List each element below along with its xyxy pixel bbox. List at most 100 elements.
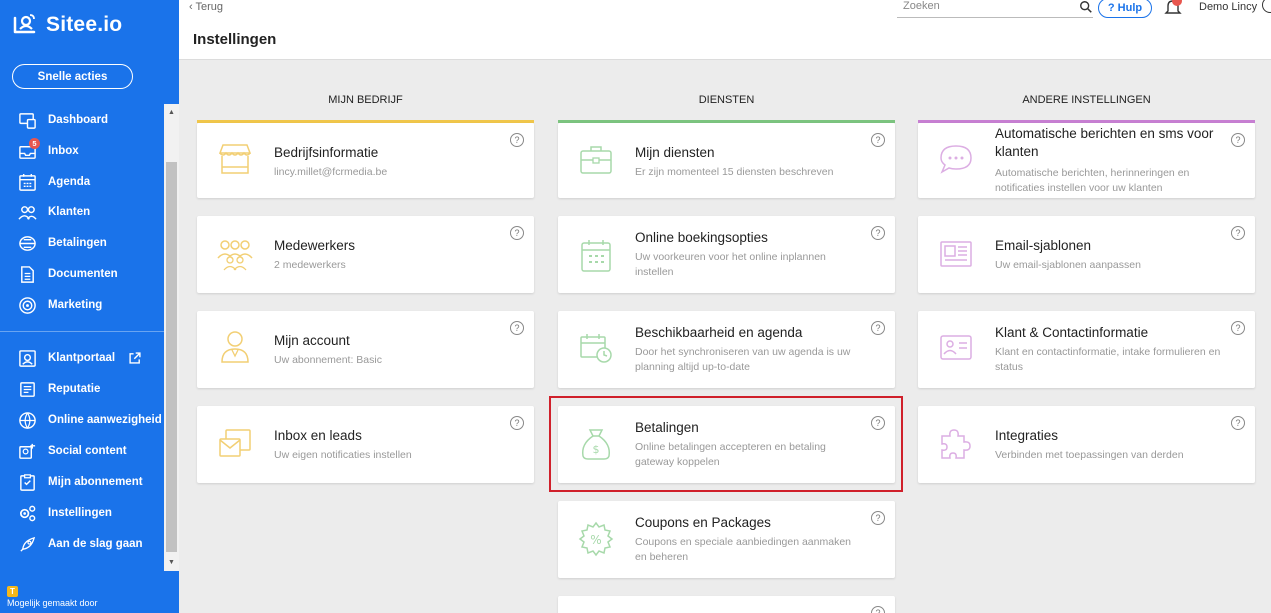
svg-text:%: %: [590, 533, 601, 547]
column-header-mijn-bedrijf: MIJN BEDRIJF: [328, 94, 403, 106]
help-icon[interactable]: ?: [1231, 321, 1245, 335]
made-by: T Mogelijk gemaakt door: [7, 586, 98, 608]
card-email-sjablonen[interactable]: Email-sjablonen Uw email-sjablonen aanpa…: [918, 216, 1255, 293]
help-button[interactable]: ? Hulp: [1098, 0, 1152, 18]
card-inbox-en-leads[interactable]: Inbox en leads Uw eigen notificaties ins…: [197, 406, 534, 483]
sidebar-item-social-content[interactable]: Social content: [0, 437, 164, 465]
quick-actions-button[interactable]: Snelle acties: [12, 64, 133, 89]
made-by-text: Mogelijk gemaakt door: [7, 598, 98, 608]
card-beschikbaarheid-en-agenda[interactable]: Beschikbaarheid en agenda Door het synch…: [558, 311, 895, 388]
avatar[interactable]: [1262, 0, 1271, 13]
subscription-icon: [18, 473, 37, 492]
social-icon: [18, 442, 37, 461]
card-subtitle: lincy.millet@fcrmedia.be: [274, 166, 388, 178]
card-subtitle: 2 medewerkers: [274, 259, 346, 271]
help-icon[interactable]: ?: [1231, 226, 1245, 240]
card-online-boekingsopties[interactable]: Online boekingsopties Uw voorkeuren voor…: [558, 216, 895, 293]
card-mijn-diensten[interactable]: Mijn diensten Er zijn momenteel 15 diens…: [558, 123, 895, 198]
help-icon[interactable]: ?: [1231, 133, 1245, 147]
users-icon: [18, 203, 37, 222]
help-icon[interactable]: ?: [510, 226, 524, 240]
search-input[interactable]: Zoeken: [897, 0, 1093, 18]
card-title: Bedrijfsinformatie: [274, 145, 379, 160]
help-icon[interactable]: ?: [871, 133, 885, 147]
sidebar-item-reputatie[interactable]: Reputatie: [0, 375, 164, 403]
card-subtitle: Uw abonnement: Basic: [274, 354, 382, 366]
sidebar-item-klanten[interactable]: Klanten: [0, 198, 164, 226]
briefcase-icon: [578, 141, 614, 177]
sidebar-item-agenda[interactable]: Agenda: [0, 168, 164, 196]
sidebar-item-label: Betalingen: [48, 237, 107, 249]
card-title: Mijn account: [274, 333, 350, 348]
sidebar-item-label: Mijn abonnement: [48, 476, 143, 488]
card-klant-contactinformatie[interactable]: Klant & Contactinformatie Klant en conta…: [918, 311, 1255, 388]
search-icon[interactable]: [1079, 0, 1093, 14]
sidebar-scrollbar[interactable]: ▲ ▼: [164, 104, 179, 571]
card-subtitle: Automatische berichten, herinneringen en…: [995, 167, 1190, 194]
store-icon: [217, 141, 253, 177]
sidebar-item-label: Online aanwezigheid: [48, 414, 162, 426]
card-bedrijfsinformatie[interactable]: Bedrijfsinformatie lincy.millet@fcrmedia…: [197, 123, 534, 198]
card-mijn-account[interactable]: Mijn account Uw abonnement: Basic ?: [197, 311, 534, 388]
chat-icon: [938, 141, 974, 177]
help-icon[interactable]: ?: [871, 606, 885, 613]
contact-card-icon: [938, 329, 974, 365]
sidebar-item-label: Documenten: [48, 268, 118, 280]
settings-icon: [18, 504, 37, 523]
help-icon[interactable]: ?: [510, 133, 524, 147]
column-header-andere-instellingen: ANDERE INSTELLINGEN: [1022, 94, 1151, 106]
booking-calendar-icon: [578, 238, 614, 274]
sidebar-item-klantportaal[interactable]: Klantportaal: [0, 344, 164, 372]
sidebar-item-documenten[interactable]: Documenten: [0, 260, 164, 288]
portal-icon: [18, 349, 37, 368]
card-automatische-berichten[interactable]: Automatische berichten en sms voor klant…: [918, 123, 1255, 198]
sidebar-item-label: Instellingen: [48, 507, 112, 519]
card-medewerkers[interactable]: Medewerkers 2 medewerkers ?: [197, 216, 534, 293]
sidebar-item-marketing[interactable]: Marketing: [0, 291, 164, 319]
inbox-icon: 5: [18, 137, 40, 161]
scroll-thumb[interactable]: [166, 162, 177, 552]
sidebar-item-betalingen[interactable]: Betalingen: [0, 229, 164, 257]
logo[interactable]: Sitee.io: [12, 12, 122, 38]
sidebar-item-inbox[interactable]: 5 Inbox: [0, 137, 164, 165]
user-name[interactable]: Demo Lincy: [1199, 1, 1257, 13]
help-icon[interactable]: ?: [871, 511, 885, 525]
card-subtitle: Door het synchroniseren van uw agenda is…: [635, 346, 851, 373]
search-placeholder: Zoeken: [903, 0, 940, 12]
back-link[interactable]: ‹ Terug: [189, 1, 223, 13]
sidebar-item-label: Marketing: [48, 299, 103, 311]
scroll-up-arrow-icon[interactable]: ▲: [167, 108, 176, 117]
card-integraties[interactable]: Integraties Verbinden met toepassingen v…: [918, 406, 1255, 483]
card-partial[interactable]: ?: [558, 596, 895, 613]
sidebar-item-dashboard[interactable]: Dashboard: [0, 106, 164, 134]
sidebar-item-label: Klantportaal: [48, 352, 116, 364]
card-subtitle: Er zijn momenteel 15 diensten beschreven: [635, 166, 834, 178]
account-icon: [217, 329, 253, 365]
scroll-down-arrow-icon[interactable]: ▼: [167, 558, 176, 567]
external-link-icon: [128, 351, 142, 365]
mail-icon: [217, 426, 253, 462]
help-icon[interactable]: ?: [871, 321, 885, 335]
card-coupons-en-packages[interactable]: % Coupons en Packages Coupons en special…: [558, 501, 895, 578]
sidebar-item-online-aanwezigheid[interactable]: Online aanwezigheid: [0, 406, 164, 434]
help-icon[interactable]: ?: [871, 226, 885, 240]
sidebar-item-mijn-abonnement[interactable]: Mijn abonnement: [0, 468, 164, 496]
logo-icon: [13, 14, 36, 34]
sidebar-item-instellingen[interactable]: Instellingen: [0, 499, 164, 527]
card-title: Klant & Contactinformatie: [995, 325, 1149, 340]
sidebar: Sitee.io Snelle acties Dashboard 5 Inbox…: [0, 0, 179, 613]
help-icon[interactable]: ?: [510, 416, 524, 430]
inbox-badge: 5: [29, 137, 40, 149]
card-subtitle: Uw email-sjablonen aanpassen: [995, 259, 1141, 271]
card-title: Online boekingsopties: [635, 230, 768, 245]
help-icon[interactable]: ?: [1231, 416, 1245, 430]
card-subtitle: Verbinden met toepassingen van derden: [995, 449, 1184, 461]
target-icon: [18, 296, 37, 315]
highlight-annotation: [549, 396, 903, 492]
team-icon: [217, 236, 253, 272]
sidebar-item-aan-de-slag[interactable]: Aan de slag gaan: [0, 530, 164, 558]
card-title: Integraties: [995, 428, 1059, 443]
help-icon[interactable]: ?: [510, 321, 524, 335]
card-title: Beschikbaarheid en agenda: [635, 325, 803, 340]
card-subtitle: Uw voorkeuren voor het online inplannen …: [635, 251, 826, 278]
